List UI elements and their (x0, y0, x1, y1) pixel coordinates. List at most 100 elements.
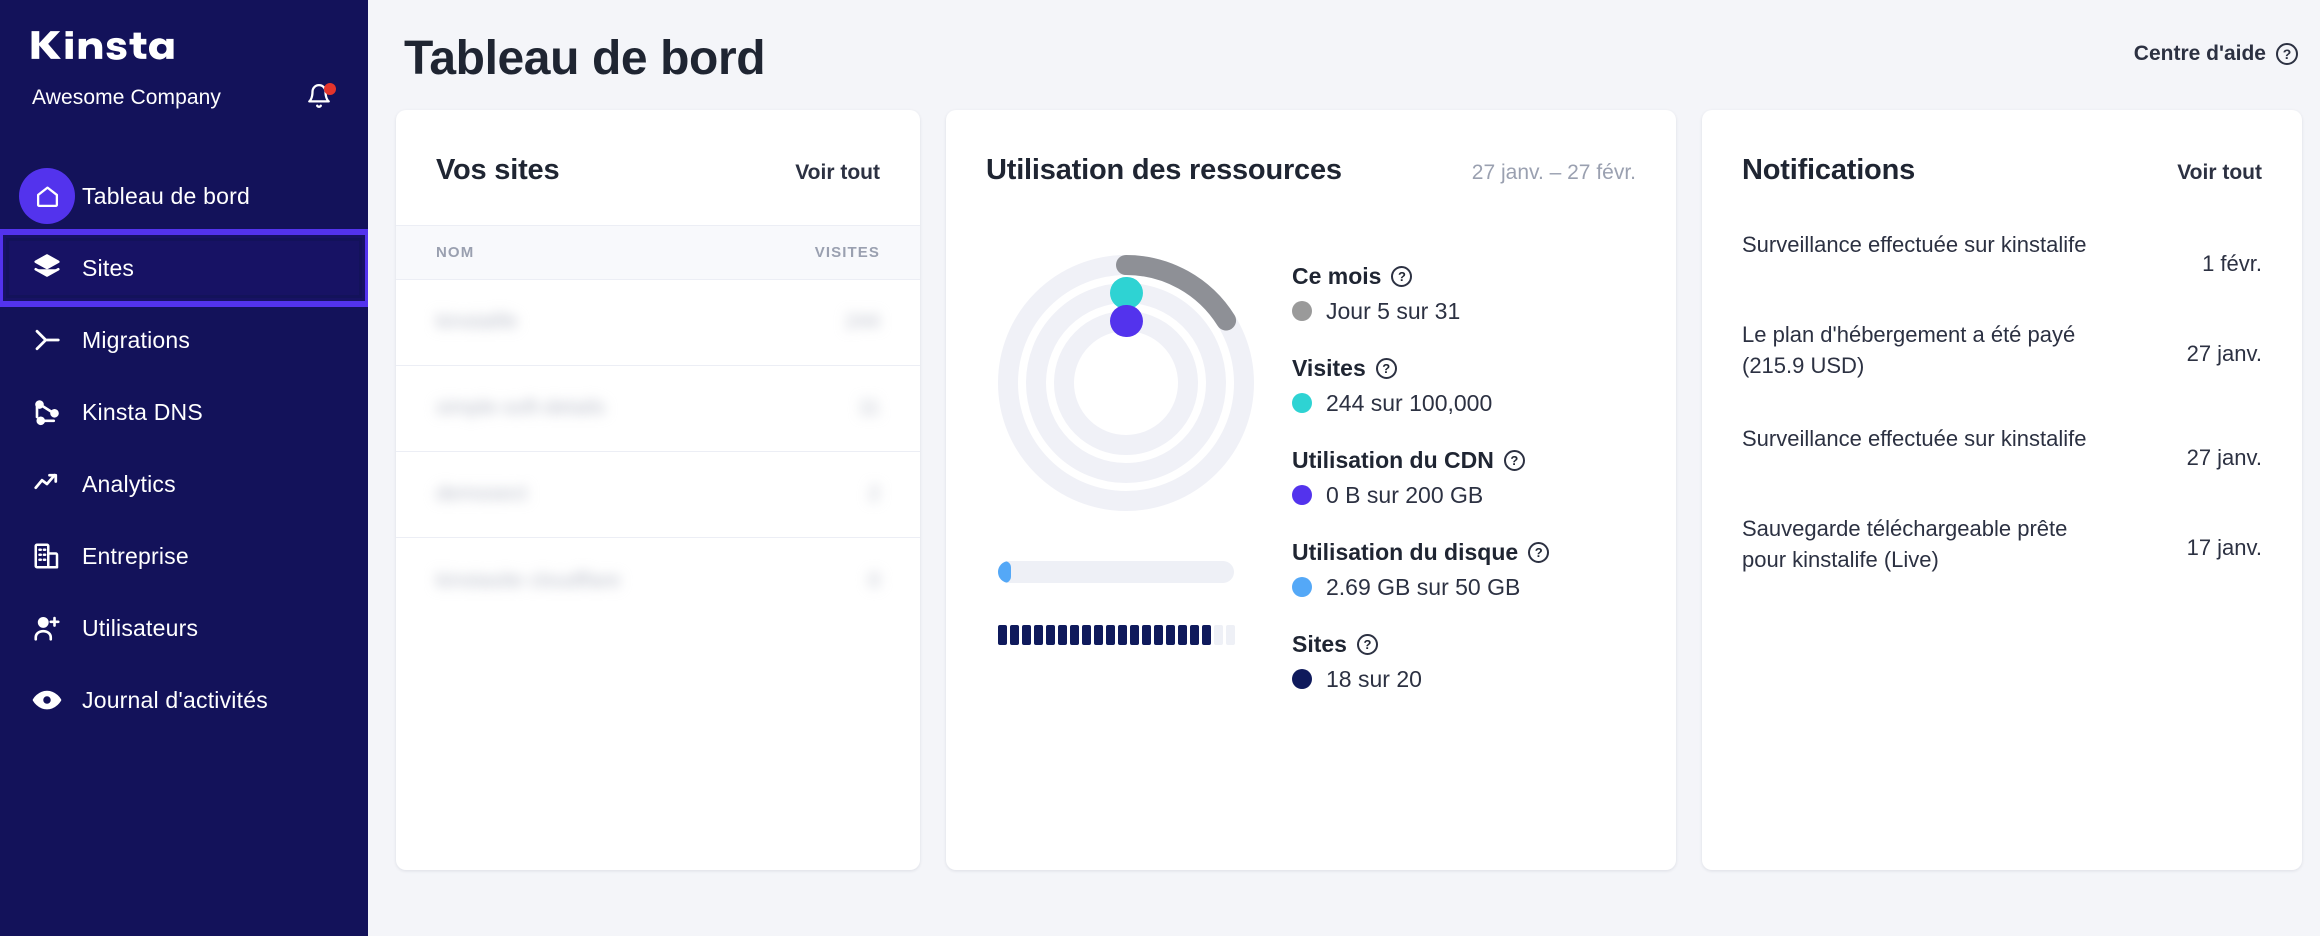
sites-segment (1166, 625, 1175, 645)
sidebar-item-sites[interactable]: Sites (0, 232, 368, 304)
resource-usage-body: Ce mois ? Jour 5 sur 31 Visites (946, 187, 1676, 723)
sidebar-nav: Tableau de bord Sites (0, 160, 368, 736)
resource-bars (976, 561, 1276, 645)
app-root: Awesome Company Tableau de bo (0, 0, 2320, 936)
notification-text: Sauvegarde téléchargeable prête pour kin… (1742, 513, 2092, 575)
sites-segment (1106, 625, 1115, 645)
metric-label: Ce mois (1292, 263, 1381, 290)
metric-value: 244 sur 100,000 (1326, 390, 1492, 417)
sidebar-item-utilisateurs[interactable]: Utilisateurs (0, 592, 368, 664)
site-visits: 2 (868, 482, 880, 506)
notification-date: 1 févr. (2202, 229, 2262, 277)
org-row: Awesome Company (0, 62, 368, 114)
notification-date: 17 janv. (2187, 513, 2262, 561)
kinsta-logo[interactable] (30, 28, 200, 62)
question-circle-icon[interactable]: ? (1376, 358, 1397, 379)
table-row[interactable]: kinstalife 244 (396, 280, 920, 366)
your-sites-card: Vos sites Voir tout NOM VISITES kinstali… (396, 110, 920, 870)
card-title: Vos sites (436, 154, 559, 187)
sites-segment (1070, 625, 1079, 645)
question-circle-icon[interactable]: ? (1357, 634, 1378, 655)
layers-icon-wrap (12, 253, 82, 283)
metric-value-row: 2.69 GB sur 50 GB (1292, 574, 1676, 601)
sites-segment (1010, 625, 1019, 645)
legend-dot (1292, 669, 1312, 689)
table-row[interactable]: simple-soft-details 11 (396, 366, 920, 452)
list-item[interactable]: Surveillance effectuée sur kinstalife 1 … (1702, 229, 2302, 277)
user-add-icon-wrap (12, 613, 82, 643)
site-name: simple-soft-details (436, 396, 605, 420)
disk-usage-bar (998, 561, 1234, 583)
notification-badge-dot (324, 83, 336, 95)
view-all-notifications-link[interactable]: Voir tout (2177, 161, 2262, 185)
metric-label: Sites (1292, 631, 1347, 658)
disk-usage-bar-fill (998, 561, 1011, 583)
sites-segment (1154, 625, 1163, 645)
notification-date: 27 janv. (2187, 423, 2262, 471)
topbar: Tableau de bord Centre d'aide ? (396, 0, 2302, 88)
site-name: kinstalife (436, 310, 518, 334)
sidebar-item-kinsta-dns[interactable]: Kinsta DNS (0, 376, 368, 448)
question-circle-icon[interactable]: ? (1391, 266, 1412, 287)
list-item[interactable]: Le plan d'hébergement a été payé (215.9 … (1702, 319, 2302, 381)
notification-text: Surveillance effectuée sur kinstalife (1742, 229, 2086, 260)
notification-bell-button[interactable] (306, 82, 336, 114)
sidebar-item-tableau-de-bord[interactable]: Tableau de bord (0, 160, 368, 232)
sites-segment (1178, 625, 1187, 645)
sites-segment (1034, 625, 1043, 645)
sidebar-item-label: Migrations (82, 327, 190, 354)
resource-legend: Ce mois ? Jour 5 sur 31 Visites (1276, 249, 1676, 723)
question-circle-icon[interactable]: ? (1504, 450, 1525, 471)
notifications-card-header: Notifications Voir tout (1702, 110, 2302, 187)
brand-row (0, 28, 368, 62)
donut-track-inner (1064, 321, 1188, 445)
dns-icon-wrap (12, 397, 82, 427)
legend-dot (1292, 485, 1312, 505)
sites-segment-empty (1226, 625, 1235, 645)
table-row[interactable]: demosect 2 (396, 452, 920, 538)
notification-text: Le plan d'hébergement a été payé (215.9 … (1742, 319, 2092, 381)
metric-ce-mois: Ce mois ? Jour 5 sur 31 (1292, 263, 1676, 325)
page-title: Tableau de bord (404, 30, 765, 88)
sidebar-item-label: Analytics (82, 471, 176, 498)
notifications-card: Notifications Voir tout Surveillance eff… (1702, 110, 2302, 870)
view-all-sites-link[interactable]: Voir tout (795, 161, 880, 185)
legend-dot (1292, 577, 1312, 597)
metric-sites: Sites ? 18 sur 20 (1292, 631, 1676, 693)
donut-svg (992, 249, 1260, 517)
question-circle-icon[interactable]: ? (1528, 542, 1549, 563)
metric-label-row: Ce mois ? (1292, 263, 1676, 290)
metric-cdn: Utilisation du CDN ? 0 B sur 200 GB (1292, 447, 1676, 509)
metric-label-row: Utilisation du disque ? (1292, 539, 1676, 566)
legend-dot (1292, 393, 1312, 413)
metric-value-row: Jour 5 sur 31 (1292, 298, 1676, 325)
site-name: demosect (436, 482, 527, 506)
home-icon-wrap (12, 168, 82, 224)
active-indicator-bubble (19, 168, 75, 224)
table-row[interactable]: kinstasite cloudflare 0 (396, 538, 920, 624)
site-visits: 244 (845, 310, 880, 334)
dns-icon (32, 397, 62, 427)
metric-value: 0 B sur 200 GB (1326, 482, 1483, 509)
sidebar-item-migrations[interactable]: Migrations (0, 304, 368, 376)
column-header-name: NOM (436, 244, 474, 261)
migration-icon (32, 325, 62, 355)
list-item[interactable]: Sauvegarde téléchargeable prête pour kin… (1702, 513, 2302, 575)
sidebar-item-journal-activites[interactable]: Journal d'activités (0, 664, 368, 736)
metric-label: Visites (1292, 355, 1366, 382)
list-item[interactable]: Surveillance effectuée sur kinstalife 27… (1702, 423, 2302, 471)
help-center-link[interactable]: Centre d'aide ? (2134, 42, 2298, 66)
metric-label: Utilisation du CDN (1292, 447, 1494, 474)
building-icon-wrap (12, 541, 82, 571)
column-header-visits: VISITES (815, 244, 880, 261)
sidebar-item-entreprise[interactable]: Entreprise (0, 520, 368, 592)
sites-segment (1202, 625, 1211, 645)
main-content: Tableau de bord Centre d'aide ? Vos site… (368, 0, 2320, 936)
sidebar-item-analytics[interactable]: Analytics (0, 448, 368, 520)
trend-up-icon-wrap (12, 469, 82, 499)
sites-table-header: NOM VISITES (396, 225, 920, 280)
migration-icon-wrap (12, 325, 82, 355)
metric-value: 18 sur 20 (1326, 666, 1422, 693)
trend-up-icon (32, 469, 62, 499)
sidebar-item-label: Sites (82, 255, 134, 282)
